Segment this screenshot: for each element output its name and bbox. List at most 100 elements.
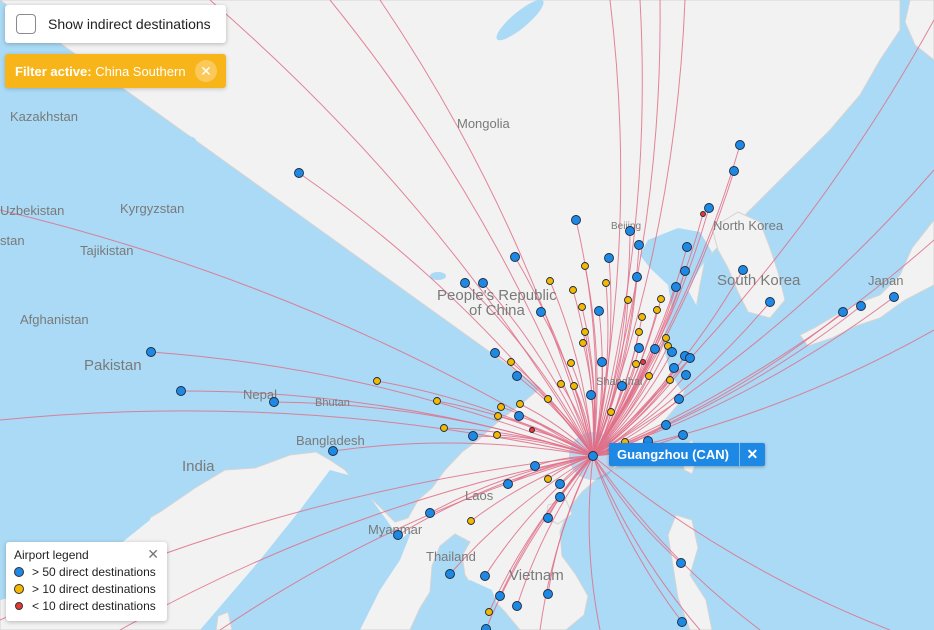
airport-marker-medium[interactable] [624, 296, 632, 304]
airport-marker-large[interactable] [650, 344, 660, 354]
airport-marker-medium[interactable] [485, 608, 493, 616]
airport-marker-large[interactable] [678, 430, 688, 440]
airport-marker-large[interactable] [634, 240, 644, 250]
airport-marker-large[interactable] [586, 390, 596, 400]
airport-marker-large[interactable] [510, 252, 520, 262]
airport-marker-large[interactable] [632, 272, 642, 282]
airport-marker-large[interactable] [536, 307, 546, 317]
airport-marker-medium[interactable] [546, 277, 554, 285]
airport-marker-large[interactable] [604, 253, 614, 263]
airport-marker-large[interactable] [677, 617, 687, 627]
airport-marker-large[interactable] [530, 461, 540, 471]
clear-filter-button[interactable]: ✕ [195, 60, 217, 82]
airport-marker-large[interactable] [555, 492, 565, 502]
airport-marker-large[interactable] [512, 371, 522, 381]
airport-marker-medium[interactable] [569, 286, 577, 294]
airport-marker-medium[interactable] [653, 306, 661, 314]
airport-marker-large[interactable] [480, 571, 490, 581]
airport-marker-medium[interactable] [494, 412, 502, 420]
airport-marker-large[interactable] [543, 513, 553, 523]
airport-marker-large[interactable] [555, 479, 565, 489]
airport-marker-medium[interactable] [516, 400, 524, 408]
airport-marker-large[interactable] [685, 353, 695, 363]
airport-marker-large[interactable] [468, 431, 478, 441]
airport-marker-medium[interactable] [373, 377, 381, 385]
indirect-destinations-toggle[interactable]: Show indirect destinations [5, 5, 226, 43]
airport-marker-medium[interactable] [581, 328, 589, 336]
route-map[interactable]: Kazakhstan Mongolia Uzbekistan Kyrgyzsta… [0, 0, 934, 630]
airport-marker-medium[interactable] [635, 328, 643, 336]
airport-marker-large[interactable] [478, 278, 488, 288]
selected-airport-label[interactable]: Guangzhou (CAN) ✕ [609, 443, 765, 466]
airport-marker-large[interactable] [594, 306, 604, 316]
airport-marker-medium[interactable] [433, 397, 441, 405]
airport-marker-large[interactable] [634, 343, 644, 353]
airport-marker-medium[interactable] [607, 408, 615, 416]
airport-marker-large[interactable] [269, 397, 279, 407]
airport-marker-large[interactable] [856, 301, 866, 311]
airport-marker-large[interactable] [704, 203, 714, 213]
hub-airport-marker[interactable] [588, 451, 598, 461]
airport-marker-medium[interactable] [657, 295, 665, 303]
airport-marker-large[interactable] [393, 530, 403, 540]
airport-marker-large[interactable] [481, 624, 491, 630]
airport-marker-small[interactable] [700, 211, 706, 217]
airport-marker-large[interactable] [680, 266, 690, 276]
airport-marker-medium[interactable] [507, 358, 515, 366]
airport-marker-large[interactable] [738, 265, 748, 275]
airport-marker-medium[interactable] [662, 334, 670, 342]
airport-marker-large[interactable] [674, 394, 684, 404]
deselect-airport-button[interactable]: ✕ [738, 443, 765, 466]
airport-marker-large[interactable] [838, 307, 848, 317]
airport-marker-medium[interactable] [578, 303, 586, 311]
airport-marker-large[interactable] [512, 601, 522, 611]
airport-marker-medium[interactable] [557, 380, 565, 388]
airport-marker-large[interactable] [503, 479, 513, 489]
airport-marker-medium[interactable] [638, 313, 646, 321]
airport-marker-large[interactable] [571, 215, 581, 225]
airport-marker-large[interactable] [460, 278, 470, 288]
airport-marker-large[interactable] [625, 226, 635, 236]
airport-marker-medium[interactable] [645, 372, 653, 380]
airport-marker-large[interactable] [328, 446, 338, 456]
airport-marker-large[interactable] [425, 508, 435, 518]
airport-marker-medium[interactable] [602, 279, 610, 287]
indirect-checkbox[interactable] [16, 14, 36, 34]
airport-marker-large[interactable] [889, 292, 899, 302]
airport-marker-medium[interactable] [579, 339, 587, 347]
airport-marker-large[interactable] [735, 140, 745, 150]
airport-marker-small[interactable] [529, 427, 535, 433]
airport-marker-large[interactable] [729, 166, 739, 176]
airport-marker-large[interactable] [661, 420, 671, 430]
airport-marker-large[interactable] [676, 558, 686, 568]
airport-marker-large[interactable] [765, 297, 775, 307]
airport-marker-medium[interactable] [493, 431, 501, 439]
airport-marker-large[interactable] [597, 357, 607, 367]
airport-marker-large[interactable] [681, 370, 691, 380]
airport-marker-large[interactable] [682, 242, 692, 252]
airport-marker-medium[interactable] [567, 359, 575, 367]
airport-marker-large[interactable] [146, 347, 156, 357]
airport-marker-large[interactable] [669, 363, 679, 373]
airport-marker-large[interactable] [514, 411, 524, 421]
airport-marker-large[interactable] [490, 348, 500, 358]
airport-marker-large[interactable] [671, 282, 681, 292]
airport-marker-medium[interactable] [544, 475, 552, 483]
airport-marker-medium[interactable] [440, 424, 448, 432]
airport-marker-medium[interactable] [581, 262, 589, 270]
airport-marker-medium[interactable] [497, 403, 505, 411]
airport-marker-medium[interactable] [632, 360, 640, 368]
airport-marker-medium[interactable] [544, 395, 552, 403]
airport-marker-large[interactable] [667, 347, 677, 357]
legend-close-button[interactable]: ✕ [147, 546, 159, 563]
airport-marker-medium[interactable] [467, 517, 475, 525]
airport-marker-large[interactable] [617, 381, 627, 391]
airport-marker-large[interactable] [495, 591, 505, 601]
airport-marker-large[interactable] [294, 168, 304, 178]
airport-marker-large[interactable] [543, 589, 553, 599]
airport-marker-medium[interactable] [570, 382, 578, 390]
airport-marker-small[interactable] [640, 359, 646, 365]
airport-marker-large[interactable] [445, 569, 455, 579]
airport-marker-medium[interactable] [666, 376, 674, 384]
airport-marker-large[interactable] [176, 386, 186, 396]
